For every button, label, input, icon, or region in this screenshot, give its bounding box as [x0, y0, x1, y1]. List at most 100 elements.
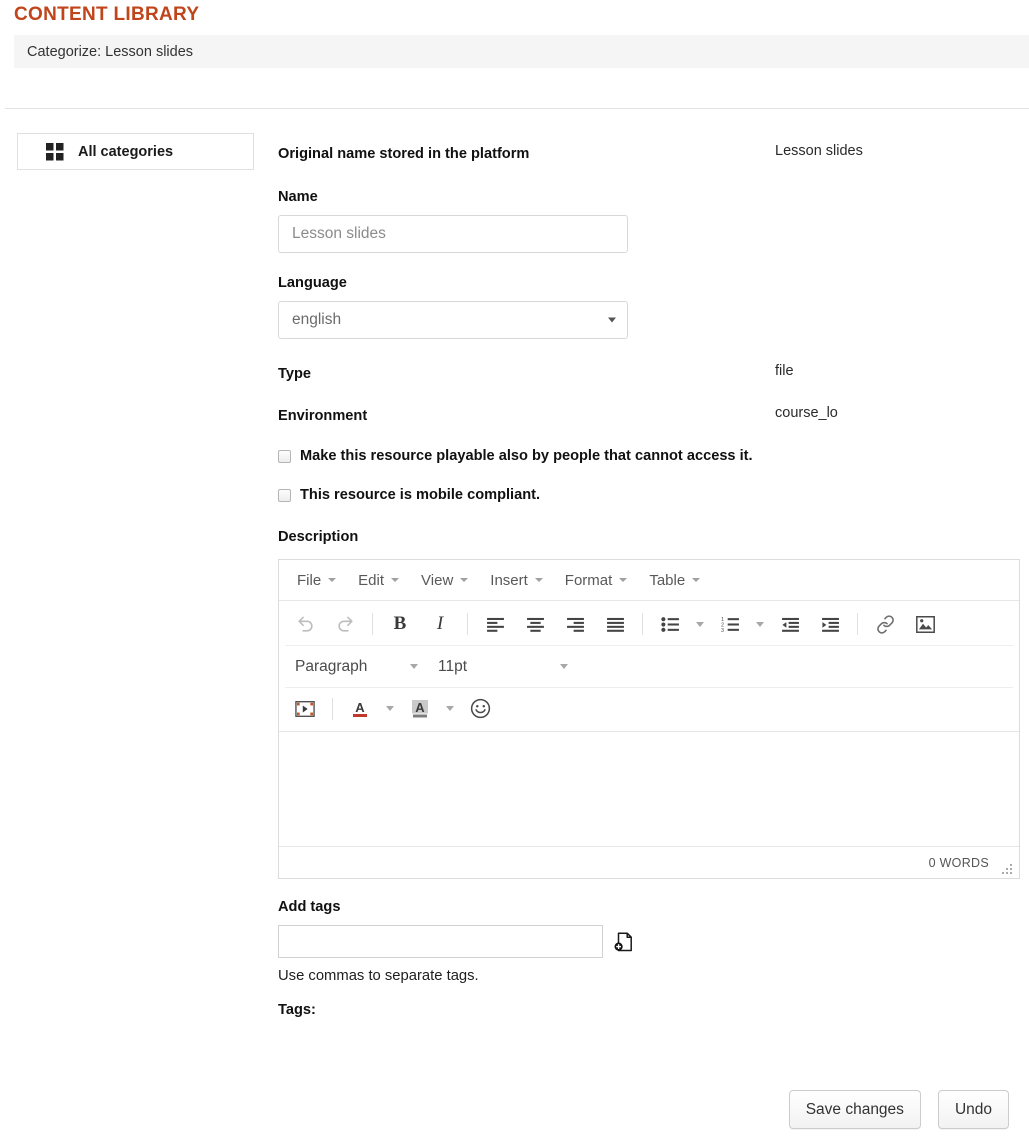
add-tags-label: Add tags	[278, 899, 1023, 915]
description-editor: File Edit View Insert Format	[278, 559, 1020, 879]
editor-menu-format-label: Format	[565, 572, 613, 589]
chevron-down-icon	[535, 578, 543, 582]
align-justify-icon[interactable]	[598, 609, 632, 639]
toolbar-separator	[332, 698, 333, 720]
background-color-caret[interactable]	[440, 694, 460, 724]
tags-label: Tags:	[278, 1002, 1023, 1018]
editor-menu-view-label: View	[421, 572, 453, 589]
editor-menu-edit-label: Edit	[358, 572, 384, 589]
svg-text:3: 3	[721, 628, 724, 632]
undo-icon[interactable]	[288, 609, 322, 639]
svg-text:A: A	[415, 700, 425, 715]
text-color-caret[interactable]	[380, 694, 400, 724]
editor-statusbar: 0 WORDS	[279, 846, 1019, 878]
align-right-icon[interactable]	[558, 609, 592, 639]
environment-label: Environment	[278, 408, 367, 424]
bullet-list-icon[interactable]	[653, 609, 687, 639]
chevron-down-icon	[391, 578, 399, 582]
text-color-icon[interactable]: A	[343, 694, 377, 724]
name-label: Name	[278, 189, 1023, 205]
original-name-label: Original name stored in the platform	[278, 146, 529, 162]
tags-hint: Use commas to separate tags.	[278, 968, 1023, 984]
editor-menu-file[interactable]: File	[287, 567, 346, 594]
type-value: file	[775, 363, 794, 379]
editor-menu-table[interactable]: Table	[639, 567, 710, 594]
format-select[interactable]: Paragraph	[285, 652, 428, 682]
chevron-down-icon	[560, 664, 568, 669]
language-label: Language	[278, 275, 1023, 291]
editor-menu-table-label: Table	[649, 572, 685, 589]
editor-content-area[interactable]	[279, 731, 1019, 846]
bold-icon[interactable]: B	[383, 609, 417, 639]
fontsize-select-value: 11pt	[438, 658, 467, 676]
editor-menu-edit[interactable]: Edit	[348, 567, 409, 594]
chevron-down-icon	[460, 578, 468, 582]
breadcrumb-bar: Categorize: Lesson slides	[14, 35, 1029, 68]
background-color-icon[interactable]: A	[403, 694, 437, 724]
playable-checkbox-row[interactable]: Make this resource playable also by peop…	[278, 447, 1023, 465]
toolbar-separator	[372, 613, 373, 635]
numbered-list-icon[interactable]: 1 2 3	[713, 609, 747, 639]
align-center-icon[interactable]	[518, 609, 552, 639]
form-actions: Save changes Undo	[789, 1090, 1009, 1129]
playable-checkbox[interactable]	[278, 450, 291, 463]
all-categories-button[interactable]: All categories	[17, 133, 254, 170]
type-label: Type	[278, 366, 311, 382]
image-icon[interactable]	[908, 609, 942, 639]
editor-toolbar: B I	[279, 601, 1019, 731]
page-title: CONTENT LIBRARY	[14, 4, 199, 26]
environment-value: course_lo	[775, 405, 838, 421]
indent-icon[interactable]	[813, 609, 847, 639]
categorize-form: Original name stored in the platform Les…	[278, 145, 1023, 1018]
header-divider	[5, 108, 1029, 109]
format-select-value: Paragraph	[295, 658, 367, 676]
playable-checkbox-label: Make this resource playable also by peop…	[300, 447, 753, 465]
numbered-list-options-caret[interactable]	[750, 609, 770, 639]
add-tags-row	[278, 925, 1023, 958]
editor-menu-view[interactable]: View	[411, 567, 478, 594]
add-tags-input[interactable]	[278, 925, 603, 958]
resize-grip-icon[interactable]	[1001, 862, 1013, 874]
align-left-icon[interactable]	[478, 609, 512, 639]
content-library-page: CONTENT LIBRARY Categorize: Lesson slide…	[0, 0, 1029, 1148]
toolbar-separator	[467, 613, 468, 635]
mobile-checkbox-row[interactable]: This resource is mobile compliant.	[278, 486, 1023, 504]
bullet-list-options-caret[interactable]	[690, 609, 710, 639]
fontsize-select[interactable]: 11pt	[428, 652, 578, 682]
emoticon-icon[interactable]	[463, 694, 497, 724]
chevron-down-icon	[410, 664, 418, 669]
word-count: 0 WORDS	[929, 856, 989, 870]
name-input[interactable]	[278, 215, 628, 253]
toolbar-separator	[857, 613, 858, 635]
original-name-row: Original name stored in the platform Les…	[278, 145, 1023, 167]
chevron-down-icon	[328, 578, 336, 582]
editor-toolbar-row-2: Paragraph 11pt	[285, 645, 1013, 687]
media-icon[interactable]	[288, 694, 322, 724]
editor-menu-file-label: File	[297, 572, 321, 589]
original-name-value: Lesson slides	[775, 143, 863, 159]
undo-button[interactable]: Undo	[938, 1090, 1009, 1129]
add-file-icon[interactable]	[614, 931, 634, 953]
editor-menu-insert[interactable]: Insert	[480, 567, 553, 594]
breadcrumb: Categorize: Lesson slides	[27, 44, 193, 60]
link-icon[interactable]	[868, 609, 902, 639]
language-select-value: english	[292, 311, 341, 329]
description-label: Description	[278, 529, 1023, 545]
language-select[interactable]: english	[278, 301, 628, 339]
editor-toolbar-row-3: A A	[285, 687, 1013, 729]
outdent-icon[interactable]	[773, 609, 807, 639]
environment-row: Environment course_lo	[278, 407, 1023, 429]
all-categories-label: All categories	[78, 144, 173, 160]
redo-icon[interactable]	[328, 609, 362, 639]
chevron-down-icon	[608, 318, 616, 323]
italic-icon[interactable]: I	[423, 609, 457, 639]
chevron-down-icon	[692, 578, 700, 582]
chevron-down-icon	[619, 578, 627, 582]
editor-menu-format[interactable]: Format	[555, 567, 638, 594]
grid-icon	[46, 143, 64, 161]
mobile-checkbox[interactable]	[278, 489, 291, 502]
save-changes-button[interactable]: Save changes	[789, 1090, 921, 1129]
mobile-checkbox-label: This resource is mobile compliant.	[300, 486, 540, 504]
editor-menubar: File Edit View Insert Format	[279, 560, 1019, 601]
editor-menu-insert-label: Insert	[490, 572, 528, 589]
